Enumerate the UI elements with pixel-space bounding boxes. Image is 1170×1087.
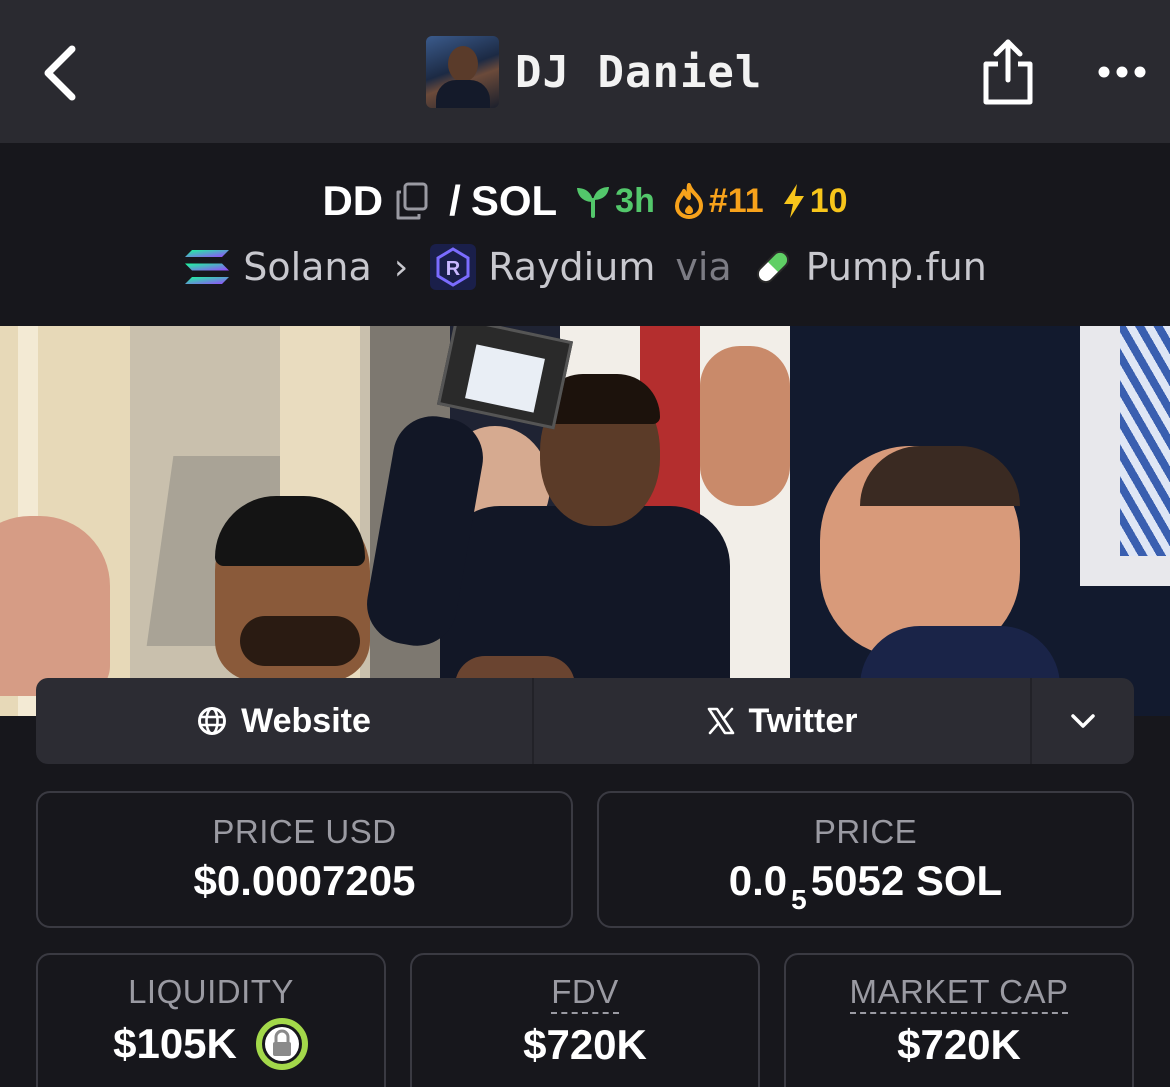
market-cap-card: MARKET CAP $720K xyxy=(784,953,1134,1087)
more-dots-icon xyxy=(1098,66,1146,78)
price-prefix: 0.0 xyxy=(728,857,788,904)
token-avatar xyxy=(426,36,499,108)
via-label: via xyxy=(675,245,732,289)
top-nav-bar: DJ Daniel xyxy=(0,0,1170,143)
launchpad-name[interactable]: Pump.fun xyxy=(806,245,987,289)
chain-path: Solana › R Raydium via Pump.fun xyxy=(0,241,1170,293)
more-links-button[interactable] xyxy=(1032,678,1134,764)
lock-icon[interactable] xyxy=(255,1017,309,1071)
twitter-label: Twitter xyxy=(748,701,858,740)
token-name: DJ Daniel xyxy=(515,46,763,98)
fdv-label[interactable]: FDV xyxy=(551,973,619,1014)
seedling-icon xyxy=(577,187,610,218)
more-button[interactable] xyxy=(1094,50,1150,94)
liquidity-value: $105K xyxy=(113,1020,237,1067)
price-usd-value: $0.0007205 xyxy=(193,857,416,904)
website-button[interactable]: Website xyxy=(36,678,534,764)
lightning-icon xyxy=(783,184,804,218)
back-button[interactable] xyxy=(30,38,90,108)
token-banner-image xyxy=(0,326,1170,716)
fdv-value: $720K xyxy=(523,1021,647,1068)
market-cap-value: $720K xyxy=(897,1021,1021,1068)
base-symbol: DD xyxy=(322,177,384,224)
price-native-label: PRICE xyxy=(813,813,918,850)
pair-age-badge: 3h xyxy=(575,182,655,221)
chain-name[interactable]: Solana xyxy=(243,245,372,289)
market-cap-label[interactable]: MARKET CAP xyxy=(849,973,1069,1014)
liquidity-label: LIQUIDITY xyxy=(128,973,294,1010)
pair-row: DD / SOL 3h #11 10 xyxy=(0,173,1170,229)
dex-name[interactable]: Raydium xyxy=(488,245,655,289)
share-icon xyxy=(983,39,1033,105)
solana-icon xyxy=(185,250,230,284)
globe-icon xyxy=(198,707,227,735)
website-label: Website xyxy=(241,701,371,740)
svg-text:R: R xyxy=(446,258,461,280)
price-native-card: PRICE 0.0 55052 SOL xyxy=(597,791,1134,928)
chevron-down-icon xyxy=(1071,714,1095,728)
pair-separator: / xyxy=(449,177,461,224)
copy-icon[interactable] xyxy=(395,182,429,220)
pair-age: 3h xyxy=(615,181,655,220)
pair-header: DD / SOL 3h #11 10 Solana › R Raydium vi… xyxy=(0,143,1170,326)
token-title: DJ Daniel xyxy=(426,36,762,108)
raydium-icon: R xyxy=(430,244,477,290)
price-native-value: 0.0 55052 SOL xyxy=(599,857,1132,915)
price-suffix: 5052 SOL xyxy=(810,857,1003,904)
x-logo-icon xyxy=(707,707,734,735)
liquidity-value-row: $105K xyxy=(38,1017,384,1071)
liquidity-card: LIQUIDITY $105K xyxy=(36,953,386,1087)
boost-badge[interactable]: 10 xyxy=(782,182,848,221)
twitter-button[interactable]: Twitter xyxy=(534,678,1032,764)
chevron-left-icon xyxy=(44,45,76,101)
trending-rank: #11 xyxy=(708,181,764,220)
boost-count: 10 xyxy=(809,181,848,220)
share-button[interactable] xyxy=(978,36,1038,108)
price-zero-count: 5 xyxy=(791,884,807,915)
quote-symbol: SOL xyxy=(470,177,558,224)
price-usd-card: PRICE USD $0.0007205 xyxy=(36,791,573,928)
links-bar: Website Twitter xyxy=(36,678,1134,764)
trending-badge[interactable]: #11 xyxy=(673,182,764,221)
chevron-right-icon: › xyxy=(393,246,409,288)
pill-icon xyxy=(756,250,789,284)
flame-icon xyxy=(674,183,703,219)
fdv-card: FDV $720K xyxy=(410,953,760,1087)
price-usd-label: PRICE USD xyxy=(212,813,397,850)
